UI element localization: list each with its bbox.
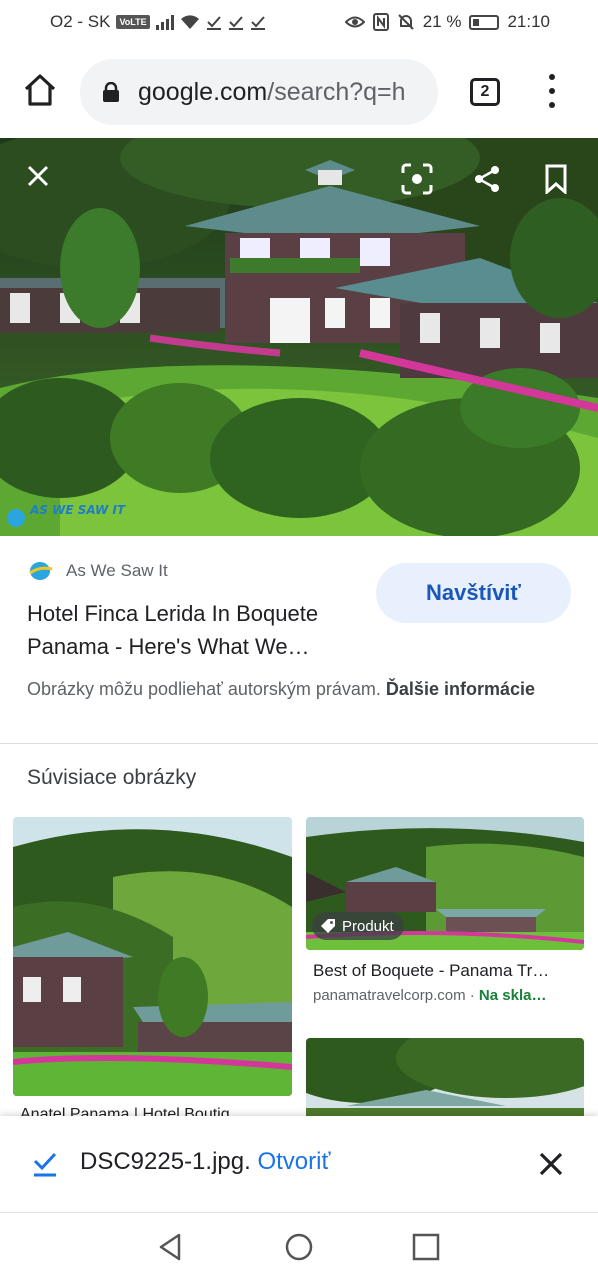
- carrier-label: O2 - SK: [50, 12, 111, 31]
- recents-icon[interactable]: [410, 1231, 442, 1263]
- tag-icon: [321, 919, 335, 933]
- watermark-text: AS WE SAW IT: [29, 503, 126, 517]
- source-logo-icon: [29, 562, 53, 580]
- more-menu-icon[interactable]: [540, 74, 564, 108]
- check-icon: [206, 16, 221, 30]
- back-icon[interactable]: [155, 1231, 187, 1263]
- nfc-icon: [372, 13, 389, 31]
- image-title-line1: Hotel Finca Lerida In Boquete: [27, 601, 319, 626]
- battery-icon: [469, 14, 500, 30]
- related-image-3[interactable]: [306, 1038, 584, 1128]
- copyright-notice: Obrázky môžu podliehať autorským právam.…: [27, 676, 567, 703]
- source-row[interactable]: As We Saw It: [28, 560, 168, 582]
- download-filename: DSC9225-1.jpg.: [80, 1148, 251, 1175]
- url-path: /search?q=h: [267, 77, 406, 106]
- battery-percent: 21 %: [422, 12, 462, 31]
- related-image-2-source[interactable]: panamatravelcorp.com · Na skla…: [313, 987, 583, 1004]
- url-bar[interactable]: google.com/search?q=h: [80, 59, 438, 125]
- hero-image: AS WE SAW IT: [0, 138, 598, 536]
- visit-button[interactable]: Navštíviť: [376, 563, 571, 623]
- copyright-text: Obrázky môžu podliehať autorským právam.: [27, 679, 381, 699]
- wifi-icon: [180, 15, 199, 29]
- tab-switcher-button[interactable]: 2: [470, 78, 500, 106]
- eye-icon: [344, 16, 365, 28]
- system-nav-bar: [0, 1212, 598, 1280]
- download-bar: DSC9225-1.jpg. Otvoriť: [0, 1116, 598, 1212]
- home-nav-icon[interactable]: [283, 1231, 315, 1263]
- check-icon: [228, 16, 243, 30]
- check-icon: [250, 16, 265, 30]
- product-badge: Produkt: [312, 912, 404, 940]
- image-title-line2: Panama - Here's What We…: [27, 634, 310, 659]
- divider: [0, 743, 598, 744]
- related-image-2-caption[interactable]: Best of Boquete - Panama Tr…: [313, 961, 583, 981]
- open-download-link[interactable]: Otvoriť: [257, 1148, 330, 1175]
- image-title[interactable]: Hotel Finca Lerida In Boquete Panama - H…: [27, 597, 367, 663]
- close-icon[interactable]: [536, 1149, 566, 1179]
- bookmark-icon[interactable]: [534, 157, 578, 201]
- home-icon[interactable]: [22, 72, 58, 108]
- product-badge-label: Produkt: [342, 917, 394, 935]
- volte-badge: VoLTE: [116, 15, 150, 29]
- download-complete-icon: [33, 1152, 57, 1177]
- clock: 21:10: [507, 12, 550, 31]
- related-images-heading: Súvisiace obrázky: [27, 766, 197, 789]
- stock-status: Na skla…: [478, 987, 547, 1004]
- download-info: DSC9225-1.jpg. Otvoriť: [80, 1148, 330, 1176]
- status-bar: O2 - SK VoLTE 21 % 21:10: [0, 0, 598, 46]
- related-image-1[interactable]: [13, 817, 292, 1096]
- browser-toolbar: google.com/search?q=h 2: [0, 56, 598, 128]
- related-image-2-domain: panamatravelcorp.com: [313, 987, 466, 1004]
- lens-icon[interactable]: [395, 157, 439, 201]
- signal-icon: [155, 14, 174, 30]
- share-icon[interactable]: [465, 157, 509, 201]
- lock-icon: [103, 82, 119, 102]
- source-name: As We Saw It: [66, 561, 168, 580]
- mute-icon: [397, 14, 414, 30]
- close-icon[interactable]: [16, 154, 60, 198]
- url-host: google.com: [138, 77, 268, 106]
- more-info-link[interactable]: Ďalšie informácie: [386, 679, 535, 699]
